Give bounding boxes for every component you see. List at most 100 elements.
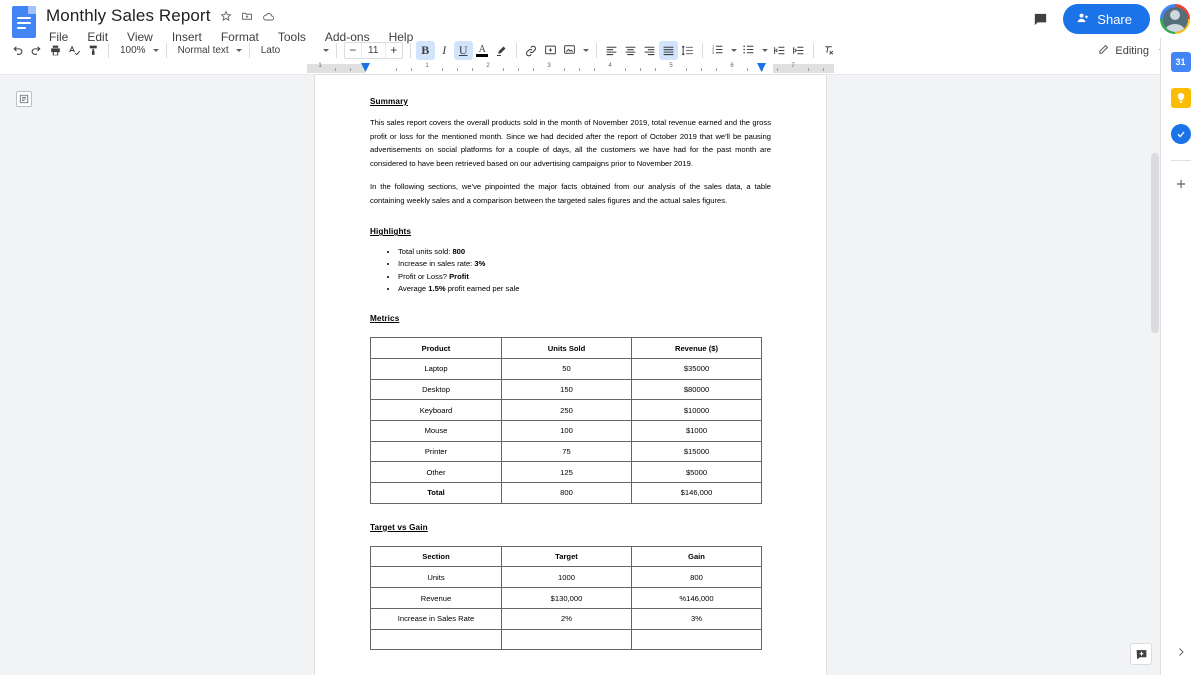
metrics-table[interactable]: Product Units Sold Revenue ($) Laptop 50… (370, 337, 762, 504)
google-calendar-icon[interactable]: 31 (1171, 52, 1191, 72)
italic-label: I (442, 43, 446, 58)
table-cell: $5000 (632, 462, 762, 483)
share-button[interactable]: Share (1063, 4, 1150, 34)
section-heading-target-vs-gain: Target vs Gain (370, 523, 771, 532)
cloud-saved-icon[interactable] (262, 10, 275, 23)
comment-icon[interactable] (1028, 7, 1053, 32)
table-cell: Mouse (371, 421, 502, 442)
table-row: Revenue $130,000 %146,000 (371, 588, 762, 609)
italic-button[interactable]: I (435, 41, 454, 60)
document-page[interactable]: Summary This sales report covers the ove… (315, 75, 826, 675)
toolbar-divider (410, 43, 411, 58)
numbered-list-dropdown[interactable]: 123 (708, 41, 739, 60)
line-spacing-icon[interactable] (678, 41, 697, 60)
column-header: Target (502, 546, 632, 567)
column-header: Revenue ($) (632, 338, 762, 359)
table-row: Laptop 50 $35000 (371, 358, 762, 379)
calendar-day-number: 31 (1175, 57, 1185, 67)
document-workspace: Summary This sales report covers the ove… (0, 75, 1200, 675)
bold-button[interactable]: B (416, 41, 435, 60)
font-dropdown[interactable]: Lato (255, 41, 331, 60)
decrease-font-size-button[interactable]: − (345, 43, 361, 58)
spellcheck-icon[interactable] (65, 41, 84, 60)
style-value: Normal text (178, 45, 229, 56)
highlight-pen-icon[interactable] (492, 41, 511, 60)
increase-indent-icon[interactable] (789, 41, 808, 60)
table-cell: Keyboard (371, 400, 502, 421)
person-add-icon (1076, 11, 1090, 28)
table-cell: 150 (502, 379, 632, 400)
table-cell: 2% (502, 608, 632, 629)
align-justify-icon[interactable] (659, 41, 678, 60)
table-cell: Units (371, 567, 502, 588)
title-row: Monthly Sales Report (46, 5, 416, 27)
print-icon[interactable] (46, 41, 65, 60)
add-comment-icon[interactable] (541, 41, 560, 60)
google-keep-icon[interactable] (1171, 88, 1191, 108)
insert-image-dropdown[interactable] (560, 41, 591, 60)
avatar[interactable] (1160, 4, 1190, 34)
clear-formatting-icon[interactable] (819, 41, 838, 60)
paint-format-icon[interactable] (84, 41, 103, 60)
font-size-stepper[interactable]: − 11 + (344, 42, 403, 59)
align-left-icon[interactable] (602, 41, 621, 60)
ruler-number: 6 (730, 63, 733, 69)
paragraph-style-dropdown[interactable]: Normal text (172, 41, 244, 60)
table-row: Desktop 150 $80000 (371, 379, 762, 400)
table-row: Increase in Sales Rate 2% 3% (371, 608, 762, 629)
align-right-icon[interactable] (640, 41, 659, 60)
list-item: Average 1.5% profit earned per sale (398, 283, 771, 295)
toolbar-divider (596, 43, 597, 58)
vertical-scrollbar[interactable] (1151, 153, 1159, 333)
list-item: Profit or Loss? Profit (398, 271, 771, 283)
document-outline-icon[interactable] (16, 91, 32, 107)
redo-icon[interactable] (27, 41, 46, 60)
table-cell: Increase in Sales Rate (371, 608, 502, 629)
toolbar-divider (813, 43, 814, 58)
insert-link-icon[interactable] (522, 41, 541, 60)
text-color-button[interactable]: A (473, 41, 492, 60)
star-icon[interactable] (220, 10, 232, 22)
increase-font-size-button[interactable]: + (386, 43, 402, 58)
panel-divider (1171, 160, 1191, 161)
align-center-icon[interactable] (621, 41, 640, 60)
bullet-text: Profit or Loss? (398, 272, 449, 281)
table-row: Other 125 $5000 (371, 462, 762, 483)
zoom-value: 100% (120, 45, 146, 56)
font-size-input[interactable]: 11 (361, 43, 386, 58)
google-tasks-icon[interactable] (1171, 124, 1191, 144)
table-cell: Printer (371, 441, 502, 462)
table-cell: $35000 (632, 358, 762, 379)
table-row: Keyboard 250 $10000 (371, 400, 762, 421)
page-title[interactable]: Monthly Sales Report (46, 6, 211, 26)
section-heading-summary: Summary (370, 97, 771, 106)
expand-panel-chevron-icon[interactable] (1175, 645, 1187, 663)
table-row: Mouse 100 $1000 (371, 421, 762, 442)
summary-paragraph-2: In the following sections, we've pinpoin… (370, 180, 771, 207)
right-indent-marker[interactable] (757, 63, 766, 72)
table-cell: 800 (632, 567, 762, 588)
zoom-dropdown[interactable]: 100% (114, 41, 161, 60)
move-to-folder-icon[interactable] (241, 10, 253, 22)
underline-button[interactable]: U (454, 41, 473, 60)
table-cell: $146,000 (632, 483, 762, 504)
text-color-icon: A (476, 45, 488, 57)
table-cell: $80000 (632, 379, 762, 400)
toolbar-divider (516, 43, 517, 58)
table-row: Printer 75 $15000 (371, 441, 762, 462)
editing-mode-label: Editing (1115, 45, 1149, 57)
table-cell: 3% (632, 608, 762, 629)
decrease-indent-icon[interactable] (770, 41, 789, 60)
add-comment-floating-icon[interactable] (1130, 643, 1152, 665)
ruler-number: 4 (608, 63, 611, 69)
google-docs-icon[interactable] (12, 6, 38, 39)
table-cell: 100 (502, 421, 632, 442)
pencil-icon (1098, 44, 1109, 58)
bold-label: B (421, 43, 429, 58)
table-cell: $15000 (632, 441, 762, 462)
table-cell: $1000 (632, 421, 762, 442)
bulleted-list-dropdown[interactable] (739, 41, 770, 60)
undo-icon[interactable] (8, 41, 27, 60)
add-on-plus-icon[interactable] (1174, 177, 1188, 196)
target-vs-gain-table[interactable]: Section Target Gain Units 1000 800 Reven… (370, 546, 762, 650)
